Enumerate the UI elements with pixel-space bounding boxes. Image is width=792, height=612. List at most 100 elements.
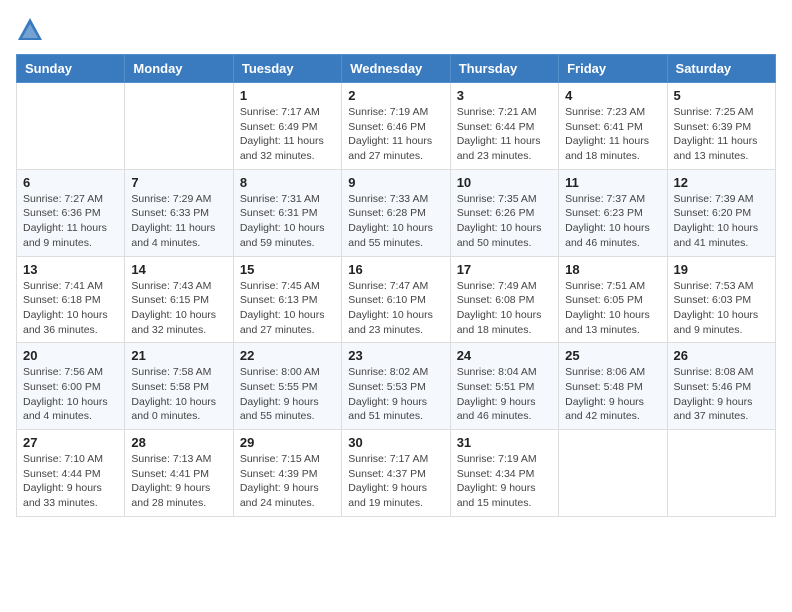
- day-info: Sunrise: 7:25 AM Sunset: 6:39 PM Dayligh…: [674, 105, 769, 164]
- calendar-cell: [17, 83, 125, 170]
- day-info: Sunrise: 7:19 AM Sunset: 4:34 PM Dayligh…: [457, 452, 552, 511]
- calendar-cell: 27 Sunrise: 7:10 AM Sunset: 4:44 PM Dayli…: [17, 430, 125, 517]
- calendar-cell: 31Sunrise: 7:19 AM Sunset: 4:34 PM Dayli…: [450, 430, 558, 517]
- calendar-cell: 21 Sunrise: 7:58 AM Sunset: 5:58 PM Dayli…: [125, 343, 233, 430]
- weekday-header-thursday: Thursday: [450, 55, 558, 83]
- calendar-cell: 9 Sunrise: 7:33 AM Sunset: 6:28 PM Daylig…: [342, 169, 450, 256]
- calendar-cell: 29Sunrise: 7:15 AM Sunset: 4:39 PM Dayli…: [233, 430, 341, 517]
- day-info: Sunrise: 7:13 AM Sunset: 4:41 PM Dayligh…: [131, 452, 226, 511]
- day-number: 8: [240, 175, 335, 190]
- day-number: 27: [23, 435, 118, 450]
- weekday-header-monday: Monday: [125, 55, 233, 83]
- day-info: Sunrise: 7:56 AM Sunset: 6:00 PM Dayligh…: [23, 365, 118, 424]
- day-info: Sunrise: 7:37 AM Sunset: 6:23 PM Dayligh…: [565, 192, 660, 251]
- weekday-header-sunday: Sunday: [17, 55, 125, 83]
- day-number: 26: [674, 348, 769, 363]
- day-number: 5: [674, 88, 769, 103]
- day-number: 1: [240, 88, 335, 103]
- calendar-table: SundayMondayTuesdayWednesdayThursdayFrid…: [16, 54, 776, 517]
- day-number: 22: [240, 348, 335, 363]
- day-info: Sunrise: 7:23 AM Sunset: 6:41 PM Dayligh…: [565, 105, 660, 164]
- day-info: Sunrise: 7:35 AM Sunset: 6:26 PM Dayligh…: [457, 192, 552, 251]
- day-number: 30: [348, 435, 443, 450]
- day-number: 3: [457, 88, 552, 103]
- day-number: 19: [674, 262, 769, 277]
- day-info: Sunrise: 8:04 AM Sunset: 5:51 PM Dayligh…: [457, 365, 552, 424]
- day-info: Sunrise: 7:10 AM Sunset: 4:44 PM Dayligh…: [23, 452, 118, 511]
- day-number: 20: [23, 348, 118, 363]
- day-number: 6: [23, 175, 118, 190]
- day-number: 21: [131, 348, 226, 363]
- calendar-cell: 10 Sunrise: 7:35 AM Sunset: 6:26 PM Dayli…: [450, 169, 558, 256]
- day-info: Sunrise: 7:39 AM Sunset: 6:20 PM Dayligh…: [674, 192, 769, 251]
- day-info: Sunrise: 8:08 AM Sunset: 5:46 PM Dayligh…: [674, 365, 769, 424]
- day-number: 12: [674, 175, 769, 190]
- day-info: Sunrise: 7:27 AM Sunset: 6:36 PM Dayligh…: [23, 192, 118, 251]
- calendar-cell: 26 Sunrise: 8:08 AM Sunset: 5:46 PM Dayli…: [667, 343, 775, 430]
- day-number: 7: [131, 175, 226, 190]
- day-info: Sunrise: 7:45 AM Sunset: 6:13 PM Dayligh…: [240, 279, 335, 338]
- calendar-cell: 3 Sunrise: 7:21 AM Sunset: 6:44 PM Daylig…: [450, 83, 558, 170]
- calendar-cell: 2 Sunrise: 7:19 AM Sunset: 6:46 PM Daylig…: [342, 83, 450, 170]
- calendar-cell: 12 Sunrise: 7:39 AM Sunset: 6:20 PM Dayli…: [667, 169, 775, 256]
- calendar-cell: 11 Sunrise: 7:37 AM Sunset: 6:23 PM Dayli…: [559, 169, 667, 256]
- day-number: 28: [131, 435, 226, 450]
- day-number: 15: [240, 262, 335, 277]
- day-info: Sunrise: 7:43 AM Sunset: 6:15 PM Dayligh…: [131, 279, 226, 338]
- day-number: 2: [348, 88, 443, 103]
- logo: [16, 16, 48, 44]
- calendar-cell: 24 Sunrise: 8:04 AM Sunset: 5:51 PM Dayli…: [450, 343, 558, 430]
- day-number: 29: [240, 435, 335, 450]
- calendar-cell: [667, 430, 775, 517]
- calendar-cell: 1 Sunrise: 7:17 AM Sunset: 6:49 PM Daylig…: [233, 83, 341, 170]
- calendar-cell: 28 Sunrise: 7:13 AM Sunset: 4:41 PM Dayli…: [125, 430, 233, 517]
- day-number: 4: [565, 88, 660, 103]
- day-info: Sunrise: 7:51 AM Sunset: 6:05 PM Dayligh…: [565, 279, 660, 338]
- calendar-cell: 19 Sunrise: 7:53 AM Sunset: 6:03 PM Dayli…: [667, 256, 775, 343]
- week-row-4: 20 Sunrise: 7:56 AM Sunset: 6:00 PM Dayli…: [17, 343, 776, 430]
- day-info: Sunrise: 7:58 AM Sunset: 5:58 PM Dayligh…: [131, 365, 226, 424]
- day-info: Sunrise: 7:19 AM Sunset: 6:46 PM Dayligh…: [348, 105, 443, 164]
- calendar-cell: 18 Sunrise: 7:51 AM Sunset: 6:05 PM Dayli…: [559, 256, 667, 343]
- day-number: 18: [565, 262, 660, 277]
- day-number: 25: [565, 348, 660, 363]
- calendar-cell: 17Sunrise: 7:49 AM Sunset: 6:08 PM Dayli…: [450, 256, 558, 343]
- day-info: Sunrise: 8:06 AM Sunset: 5:48 PM Dayligh…: [565, 365, 660, 424]
- calendar-cell: 23Sunrise: 8:02 AM Sunset: 5:53 PM Dayli…: [342, 343, 450, 430]
- day-number: 11: [565, 175, 660, 190]
- day-info: Sunrise: 7:53 AM Sunset: 6:03 PM Dayligh…: [674, 279, 769, 338]
- calendar-cell: [125, 83, 233, 170]
- weekday-header-tuesday: Tuesday: [233, 55, 341, 83]
- weekday-header-friday: Friday: [559, 55, 667, 83]
- day-number: 17: [457, 262, 552, 277]
- weekday-header-saturday: Saturday: [667, 55, 775, 83]
- calendar-cell: 25 Sunrise: 8:06 AM Sunset: 5:48 PM Dayli…: [559, 343, 667, 430]
- week-row-5: 27 Sunrise: 7:10 AM Sunset: 4:44 PM Dayli…: [17, 430, 776, 517]
- calendar-cell: 7 Sunrise: 7:29 AM Sunset: 6:33 PM Daylig…: [125, 169, 233, 256]
- day-info: Sunrise: 7:17 AM Sunset: 4:37 PM Dayligh…: [348, 452, 443, 511]
- day-info: Sunrise: 8:00 AM Sunset: 5:55 PM Dayligh…: [240, 365, 335, 424]
- day-info: Sunrise: 7:31 AM Sunset: 6:31 PM Dayligh…: [240, 192, 335, 251]
- day-number: 10: [457, 175, 552, 190]
- calendar-cell: 6 Sunrise: 7:27 AM Sunset: 6:36 PM Daylig…: [17, 169, 125, 256]
- day-number: 9: [348, 175, 443, 190]
- day-number: 16: [348, 262, 443, 277]
- calendar-cell: 4 Sunrise: 7:23 AM Sunset: 6:41 PM Daylig…: [559, 83, 667, 170]
- day-info: Sunrise: 8:02 AM Sunset: 5:53 PM Dayligh…: [348, 365, 443, 424]
- day-number: 24: [457, 348, 552, 363]
- day-info: Sunrise: 7:33 AM Sunset: 6:28 PM Dayligh…: [348, 192, 443, 251]
- calendar-cell: 5 Sunrise: 7:25 AM Sunset: 6:39 PM Daylig…: [667, 83, 775, 170]
- calendar-cell: [559, 430, 667, 517]
- calendar-cell: 16Sunrise: 7:47 AM Sunset: 6:10 PM Dayli…: [342, 256, 450, 343]
- day-info: Sunrise: 7:29 AM Sunset: 6:33 PM Dayligh…: [131, 192, 226, 251]
- week-row-2: 6 Sunrise: 7:27 AM Sunset: 6:36 PM Daylig…: [17, 169, 776, 256]
- header: [16, 16, 776, 44]
- day-number: 14: [131, 262, 226, 277]
- day-info: Sunrise: 7:17 AM Sunset: 6:49 PM Dayligh…: [240, 105, 335, 164]
- calendar-cell: 15 Sunrise: 7:45 AM Sunset: 6:13 PM Dayli…: [233, 256, 341, 343]
- week-row-1: 1 Sunrise: 7:17 AM Sunset: 6:49 PM Daylig…: [17, 83, 776, 170]
- logo-icon: [16, 16, 44, 44]
- day-info: Sunrise: 7:21 AM Sunset: 6:44 PM Dayligh…: [457, 105, 552, 164]
- calendar-cell: 13Sunrise: 7:41 AM Sunset: 6:18 PM Dayli…: [17, 256, 125, 343]
- calendar-cell: 30 Sunrise: 7:17 AM Sunset: 4:37 PM Dayli…: [342, 430, 450, 517]
